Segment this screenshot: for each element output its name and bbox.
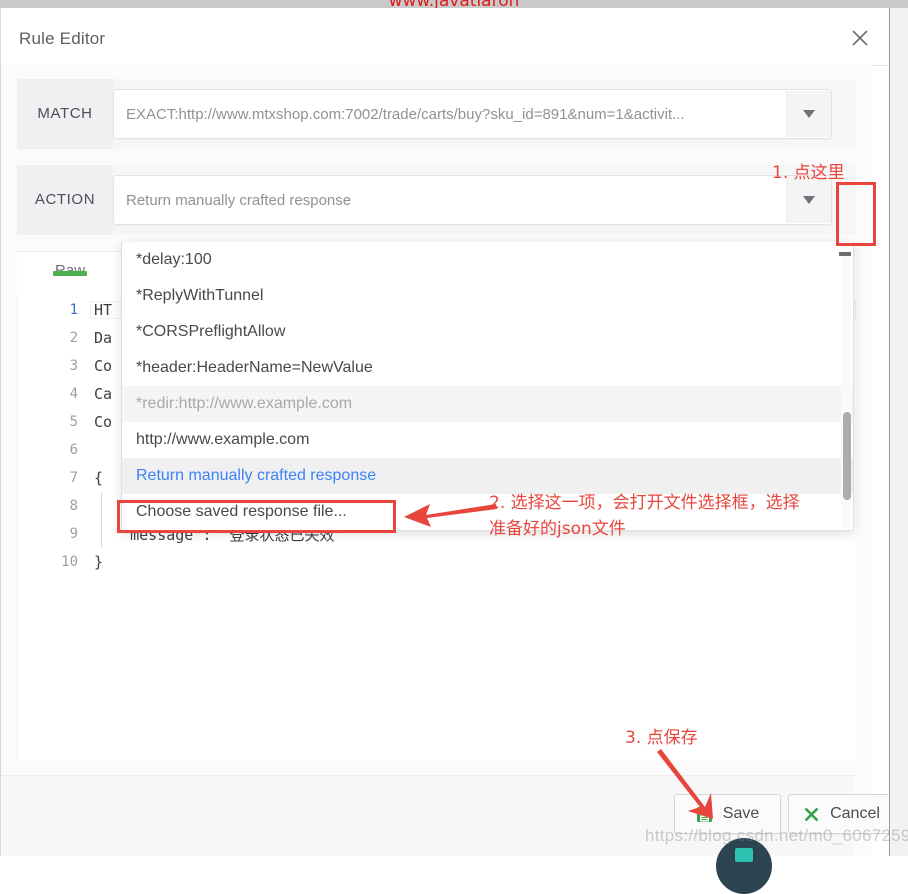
save-disk-icon — [696, 806, 713, 823]
dropdown-option[interactable]: *CORSPreflightAllow — [122, 314, 853, 350]
tab-raw[interactable]: Raw — [41, 252, 99, 279]
save-button-label: Save — [722, 805, 760, 822]
match-field[interactable]: EXACT:http://www.mtxshop.com:7002/trade/… — [113, 89, 832, 139]
line-number: 3 — [69, 358, 78, 374]
line-number: 1 — [69, 302, 78, 318]
dialog-title-bar: Rule Editor — [1, 8, 890, 66]
line-number: 8 — [69, 498, 78, 514]
save-button[interactable]: Save — [674, 794, 781, 834]
chevron-down-icon — [803, 196, 815, 204]
dropdown-scroll-thumb[interactable] — [843, 412, 851, 500]
line-text: } — [94, 553, 104, 571]
window-top-strip — [0, 0, 908, 8]
action-field[interactable]: Return manually crafted response — [113, 175, 832, 225]
cancel-button[interactable]: Cancel — [788, 794, 895, 834]
action-value: Return manually crafted response — [126, 191, 352, 209]
tab-active-underline — [53, 271, 88, 276]
match-value: EXACT:http://www.mtxshop.com:7002/trade/… — [126, 105, 685, 123]
action-dropdown-button[interactable] — [786, 177, 831, 223]
dropdown-option[interactable]: http://www.example.com — [122, 422, 853, 458]
action-label: ACTION — [17, 165, 113, 235]
page-title: Rule Editor — [19, 29, 106, 48]
line-number: 4 — [69, 386, 78, 402]
line-number: 5 — [69, 414, 78, 430]
dropdown-option[interactable]: *header:HeaderName=NewValue — [122, 350, 853, 386]
dropdown-option[interactable]: *ReplyWithTunnel — [122, 278, 853, 314]
line-number: 10 — [61, 554, 78, 570]
action-dropdown-list[interactable]: *delay:100 *ReplyWithTunnel *CORSPreflig… — [121, 242, 854, 531]
action-row: ACTION Return manually crafted response — [17, 165, 856, 235]
cancel-button-label: Cancel — [830, 805, 880, 822]
avatar — [716, 838, 772, 894]
match-dropdown-button[interactable] — [786, 91, 831, 137]
dropdown-option[interactable]: *redir:http://www.example.com — [122, 386, 853, 422]
dropdown-option-selected[interactable]: Return manually crafted response — [122, 458, 853, 494]
line-number: 6 — [69, 442, 78, 458]
match-label: MATCH — [17, 79, 113, 149]
close-x-icon — [803, 806, 820, 823]
chevron-down-icon — [803, 110, 815, 118]
line-number: 7 — [69, 470, 78, 486]
dropdown-option-choose-file[interactable]: Choose saved response file... — [122, 494, 853, 530]
close-icon[interactable] — [844, 22, 876, 54]
line-number: 2 — [69, 330, 78, 346]
code-line: 10 } — [18, 548, 856, 576]
match-row: MATCH EXACT:http://www.mtxshop.com:7002/… — [17, 79, 856, 149]
window-right-gutter — [889, 8, 908, 856]
dropdown-scroll-mark — [839, 252, 851, 256]
dropdown-option[interactable]: *delay:100 — [122, 242, 853, 278]
indent-guide — [101, 492, 102, 548]
line-number: 9 — [69, 526, 78, 542]
